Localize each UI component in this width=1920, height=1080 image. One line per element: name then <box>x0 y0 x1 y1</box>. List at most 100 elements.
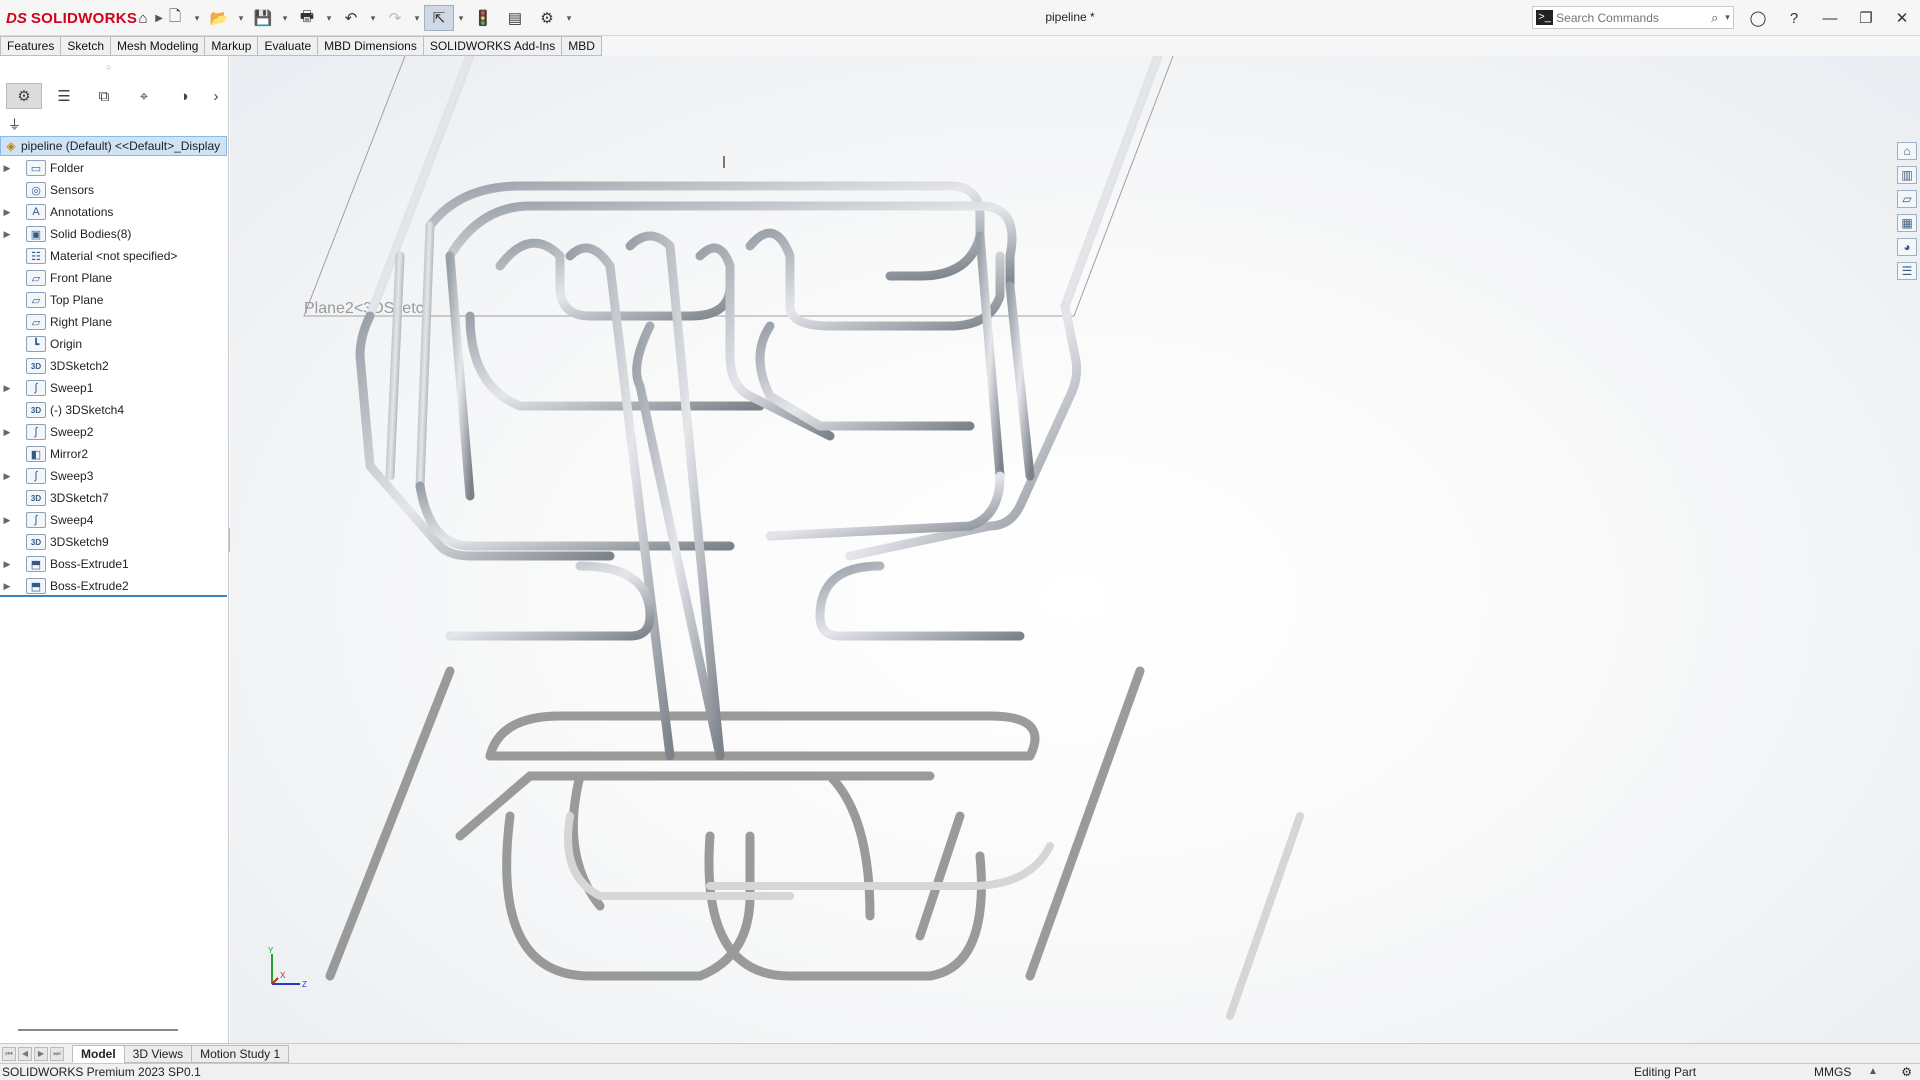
search-dropdown-icon[interactable]: ▾ <box>1725 12 1733 23</box>
restore-icon[interactable]: ❐ <box>1848 4 1884 32</box>
view-settings-icon[interactable]: ▭ <box>1165 56 1187 57</box>
expand-arrow-icon[interactable]: ▶ <box>0 427 14 438</box>
options-gear-icon[interactable]: ⚙ <box>532 5 562 31</box>
expand-arrow-icon[interactable]: ▶ <box>0 471 14 482</box>
search-commands[interactable]: >_ ⌕ ▾ <box>1532 6 1734 29</box>
traffic-light-icon[interactable]: 🚦 <box>468 5 498 31</box>
select-arrow-icon[interactable]: ⇱ <box>424 5 454 31</box>
solidworks-resources-icon[interactable]: ⌂ <box>1897 142 1917 160</box>
expand-arrow-icon[interactable]: ▶ <box>0 207 14 218</box>
tree-item-boss-extrude2[interactable]: ▶ ⬒ Boss-Extrude2 <box>0 575 227 597</box>
tab-features[interactable]: Features <box>0 36 62 56</box>
tab-mbd-dimensions[interactable]: MBD Dimensions <box>318 36 424 56</box>
hide-show-items-icon[interactable]: ◉ <box>1084 56 1106 57</box>
units-dropdown-icon[interactable]: ▲ <box>1868 1064 1878 1080</box>
tab-mbd[interactable]: MBD <box>562 36 602 56</box>
minimize-icon[interactable]: — <box>1812 4 1848 32</box>
appearances-icon[interactable]: ◕ <box>1897 238 1917 256</box>
print-dropdown-icon[interactable]: ▾ <box>324 13 334 24</box>
filter-icon[interactable]: ⏚ <box>8 114 21 133</box>
tree-item-boss-extrude1[interactable]: ▶ ⬒ Boss-Extrude1 <box>0 553 227 575</box>
close-icon[interactable]: ✕ <box>1884 4 1920 32</box>
options-dropdown-icon[interactable]: ▾ <box>564 13 574 24</box>
tree-item-right-plane[interactable]: ▱ Right Plane <box>0 311 227 333</box>
graphics-viewport[interactable]: Plane2<3DSketc ⌂ ▥ ▱ ▦ ◕ ☰ Y X Z <box>230 56 1920 1043</box>
section-view-icon[interactable]: ◧ <box>976 56 998 57</box>
file-properties-icon[interactable]: ▤ <box>500 5 530 31</box>
expand-arrow-icon[interactable]: ▶ <box>0 229 14 240</box>
property-manager-tab-icon[interactable]: ☰ <box>46 83 82 109</box>
tab-mesh-modeling[interactable]: Mesh Modeling <box>111 36 206 56</box>
customize-status-icon[interactable]: ⚙ <box>1901 1064 1912 1080</box>
design-library-icon[interactable]: ▥ <box>1897 166 1917 184</box>
expand-arrow-icon[interactable]: ▶ <box>0 581 14 592</box>
tree-item-annotations[interactable]: ▶ A Annotations <box>0 201 227 223</box>
tree-item-material[interactable]: ☷ Material <not specified> <box>0 245 227 267</box>
custom-properties-icon[interactable]: ☰ <box>1897 262 1917 280</box>
pipe-assembly[interactable] <box>355 56 1163 761</box>
select-dropdown-icon[interactable]: ▾ <box>456 13 466 24</box>
new-file-icon[interactable]: 🗋 <box>160 5 190 31</box>
zoom-to-fit-icon[interactable]: ⌕ <box>895 56 917 57</box>
feature-manager-tab-icon[interactable]: ⚙ <box>6 83 42 109</box>
open-dropdown-icon[interactable]: ▾ <box>236 13 246 24</box>
previous-view-icon[interactable]: ↺ <box>949 56 971 57</box>
rollback-bar[interactable] <box>0 595 227 597</box>
expand-arrow-icon[interactable]: ▶ <box>0 383 14 394</box>
tab-3d-views[interactable]: 3D Views <box>123 1044 193 1063</box>
apply-scene-icon[interactable]: ◒ <box>1138 56 1160 57</box>
file-explorer-icon[interactable]: ▱ <box>1897 190 1917 208</box>
tree-item-sweep3[interactable]: ▶ ∫ Sweep3 <box>0 465 227 487</box>
tree-item-3dsketch2[interactable]: 3D 3DSketch2 <box>0 355 227 377</box>
last-tab-icon[interactable]: ⏭ <box>50 1046 64 1061</box>
dynamic-annotation-icon[interactable]: ✎ <box>1003 56 1025 57</box>
save-icon[interactable]: 💾 <box>248 5 278 31</box>
tree-item-3dsketch7[interactable]: 3D 3DSketch7 <box>0 487 227 509</box>
search-icon[interactable]: ⌕ <box>1711 10 1725 26</box>
tree-root-part[interactable]: ◈ pipeline (Default) <<Default>_Display <box>0 136 227 156</box>
tree-item-front-plane[interactable]: ▱ Front Plane <box>0 267 227 289</box>
print-icon[interactable]: 🖶 <box>292 5 322 31</box>
first-tab-icon[interactable]: ⏮ <box>2 1046 16 1061</box>
new-dropdown-icon[interactable]: ▾ <box>192 13 202 24</box>
units-selector[interactable]: MMGS <box>1814 1064 1851 1080</box>
save-dropdown-icon[interactable]: ▾ <box>280 13 290 24</box>
display-manager-tab-icon[interactable]: ◑ <box>166 83 202 109</box>
tree-item-sweep1[interactable]: ▶ ∫ Sweep1 <box>0 377 227 399</box>
tab-solidworks-add-ins[interactable]: SOLIDWORKS Add-Ins <box>423 36 563 56</box>
redo-icon[interactable]: ↷ <box>380 5 410 31</box>
tree-item-3dsketch4[interactable]: 3D (-) 3DSketch4 <box>0 399 227 421</box>
configuration-manager-tab-icon[interactable]: ⧉ <box>86 83 122 109</box>
open-file-icon[interactable]: 📂 <box>204 5 234 31</box>
horizontal-scrollbar[interactable] <box>18 1029 178 1031</box>
redo-dropdown-icon[interactable]: ▾ <box>412 13 422 24</box>
next-tab-icon[interactable]: ▶ <box>34 1046 48 1061</box>
tree-item-sweep2[interactable]: ▶ ∫ Sweep2 <box>0 421 227 443</box>
prev-tab-icon[interactable]: ◀ <box>18 1046 32 1061</box>
tab-motion-study-1[interactable]: Motion Study 1 <box>191 1044 290 1063</box>
zoom-to-area-icon[interactable]: ⊕ <box>922 56 944 57</box>
tree-item-solid-bodies[interactable]: ▶ ▣ Solid Bodies(8) <box>0 223 227 245</box>
undo-icon[interactable]: ↶ <box>336 5 366 31</box>
expand-arrow-icon[interactable]: ▶ <box>0 163 14 174</box>
tree-item-top-plane[interactable]: ▱ Top Plane <box>0 289 227 311</box>
view-palette-icon[interactable]: ▦ <box>1897 214 1917 232</box>
dimxpert-manager-tab-icon[interactable]: ⌖ <box>126 83 162 109</box>
search-input[interactable] <box>1556 10 1712 25</box>
undo-dropdown-icon[interactable]: ▾ <box>368 13 378 24</box>
view-orientation-icon[interactable]: ⬚ <box>1030 56 1052 57</box>
expand-arrow-icon[interactable]: ▶ <box>0 515 14 526</box>
tab-sketch[interactable]: Sketch <box>61 36 112 56</box>
tree-item-3dsketch9[interactable]: 3D 3DSketch9 <box>0 531 227 553</box>
help-icon[interactable]: ? <box>1776 4 1812 32</box>
user-account-icon[interactable]: ◯ <box>1740 4 1776 32</box>
home-icon[interactable]: ⌂ <box>128 5 158 31</box>
tree-item-sweep4[interactable]: ▶ ∫ Sweep4 <box>0 509 227 531</box>
tab-model[interactable]: Model <box>72 1044 125 1063</box>
more-tabs-chevron-icon[interactable]: › <box>206 83 226 109</box>
tree-item-origin[interactable]: ┗ Origin <box>0 333 227 355</box>
expand-arrow-icon[interactable]: ▶ <box>0 559 14 570</box>
tree-item-folder[interactable]: ▶ ▭ Folder <box>0 157 227 179</box>
tree-item-mirror2[interactable]: ◧ Mirror2 <box>0 443 227 465</box>
tab-markup[interactable]: Markup <box>205 36 259 56</box>
